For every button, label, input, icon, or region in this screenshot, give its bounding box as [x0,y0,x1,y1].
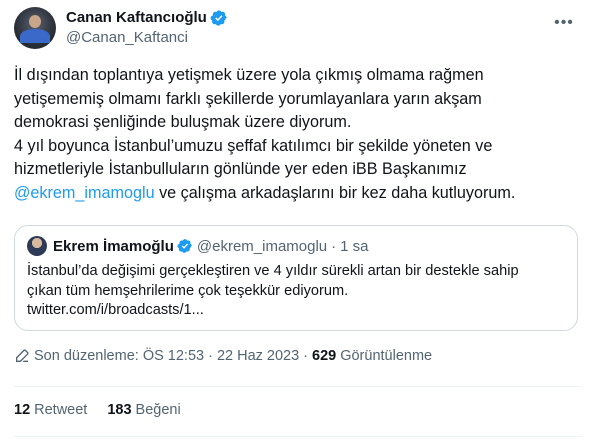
tweet-stats: 12 Retweet 183 Beğeni [14,402,201,418]
verified-badge-icon [177,239,192,253]
mention-link[interactable]: @ekrem_imamoglu [14,184,155,202]
likes-label[interactable]: Beğeni [136,402,181,418]
quoted-timestamp: 1 sa [340,237,369,255]
retweets-label[interactable]: Retweet [34,402,87,418]
quoted-link: twitter.com/i/broadcasts/1... [27,302,204,318]
tweet-text: İl dışından toplantıya yetişmek üzere yo… [14,64,584,206]
separator-dot: · [331,237,337,255]
quoted-author-name: Ekrem İmamoğlu [53,237,174,255]
tweet-line: yetişememiş olmamı farklı şekillerde yor… [14,89,482,108]
separator-dot: · [208,348,213,364]
quoted-tweet[interactable]: Ekrem İmamoğlu @ekrem_imamoglu · 1 sa İs… [14,225,578,331]
tweet-line-last: @ekrem_imamoglu ve çalışma arkadaşlarını… [14,182,584,206]
divider [14,386,582,387]
tweet-line: İl dışından toplantıya yetişmek üzere yo… [14,66,484,84]
author-display-name[interactable]: Canan Kaftancıoğlu [66,8,207,28]
separator-dot: · [303,348,309,364]
tweet-header: Canan Kaftancıoğlu @Canan_Kaftanci ••• [14,6,582,50]
verified-badge-icon [210,10,227,26]
views-count: 629 [312,348,337,364]
tweet-line-rest: ve çalışma arkadaşlarını bir kez daha ku… [154,183,516,202]
quoted-author-avatar [27,236,47,256]
quoted-line: İstanbul’da değişimi gerçekleştiren ve 4… [27,263,519,279]
pencil-icon [16,349,29,362]
author-handle[interactable]: @Canan_Kaftanci [66,28,228,48]
edited-label[interactable]: Son düzenleme: ÖS 12:53 [34,348,204,364]
views-label: Görüntülenme [340,348,433,364]
likes-count[interactable]: 183 [107,402,131,418]
tweet-date[interactable]: 22 Haz 2023 [217,348,299,364]
tweet-meta: Son düzenleme: ÖS 12:53 · 22 Haz 2023 · … [14,348,432,364]
quoted-line: çıkan tüm hemşehrilerime çok teşekkür ed… [27,282,349,299]
author-avatar[interactable] [14,7,56,49]
retweets-count[interactable]: 12 [14,402,30,418]
author-names: Canan Kaftancıoğlu @Canan_Kaftanci [66,8,228,48]
tweet-line: 4 yıl boyunca İstanbul’umuzu şeffaf katı… [14,136,493,155]
tweet-line: hizmetleriyle İstanbulluların gönlünde y… [14,160,467,179]
quoted-tweet-body: İstanbul’da değişimi gerçekleştiren ve 4… [27,262,565,321]
quoted-tweet-header: Ekrem İmamoğlu @ekrem_imamoglu · 1 sa [27,236,565,256]
author-name-row: Canan Kaftancıoğlu [66,8,228,28]
quoted-author-handle: @ekrem_imamoglu [196,237,328,255]
more-options-icon[interactable]: ••• [554,15,574,36]
divider [14,436,582,437]
tweet-line: demokrasi şenliğinde buluşmak üzere diyo… [14,113,352,132]
